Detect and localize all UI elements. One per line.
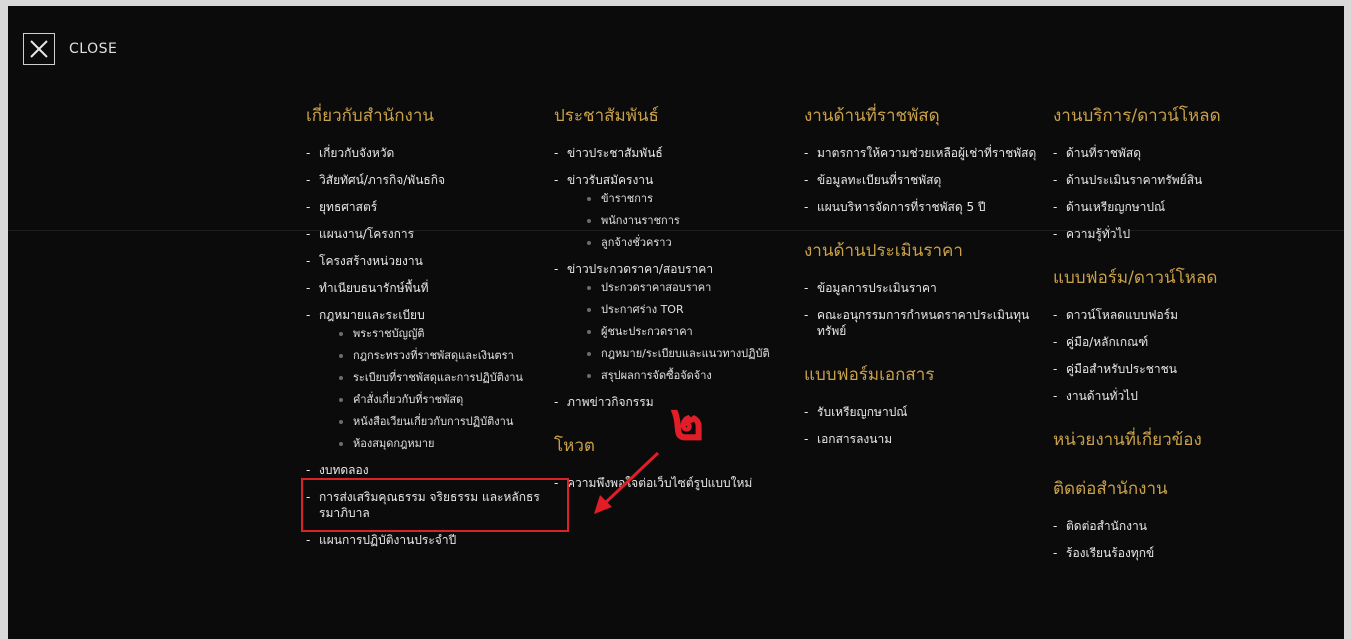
annotation-arrow bbox=[594, 451, 660, 514]
menu-overlay: CLOSE เกี่ยวกับสำนักงานเกี่ยวกับจังหวัดว… bbox=[8, 6, 1344, 639]
